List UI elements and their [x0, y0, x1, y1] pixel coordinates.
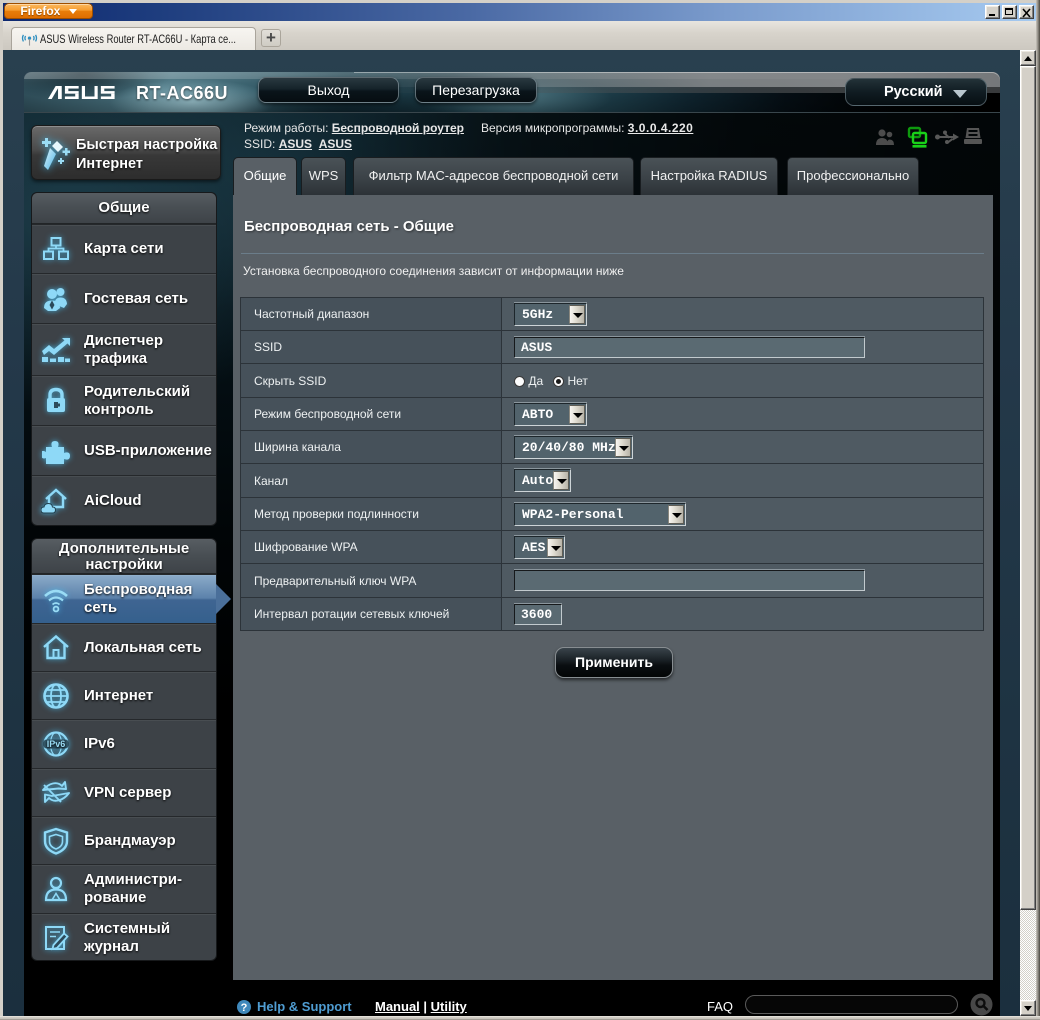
- svg-text:IPv6: IPv6: [47, 739, 66, 749]
- svg-text:?: ?: [241, 1002, 248, 1014]
